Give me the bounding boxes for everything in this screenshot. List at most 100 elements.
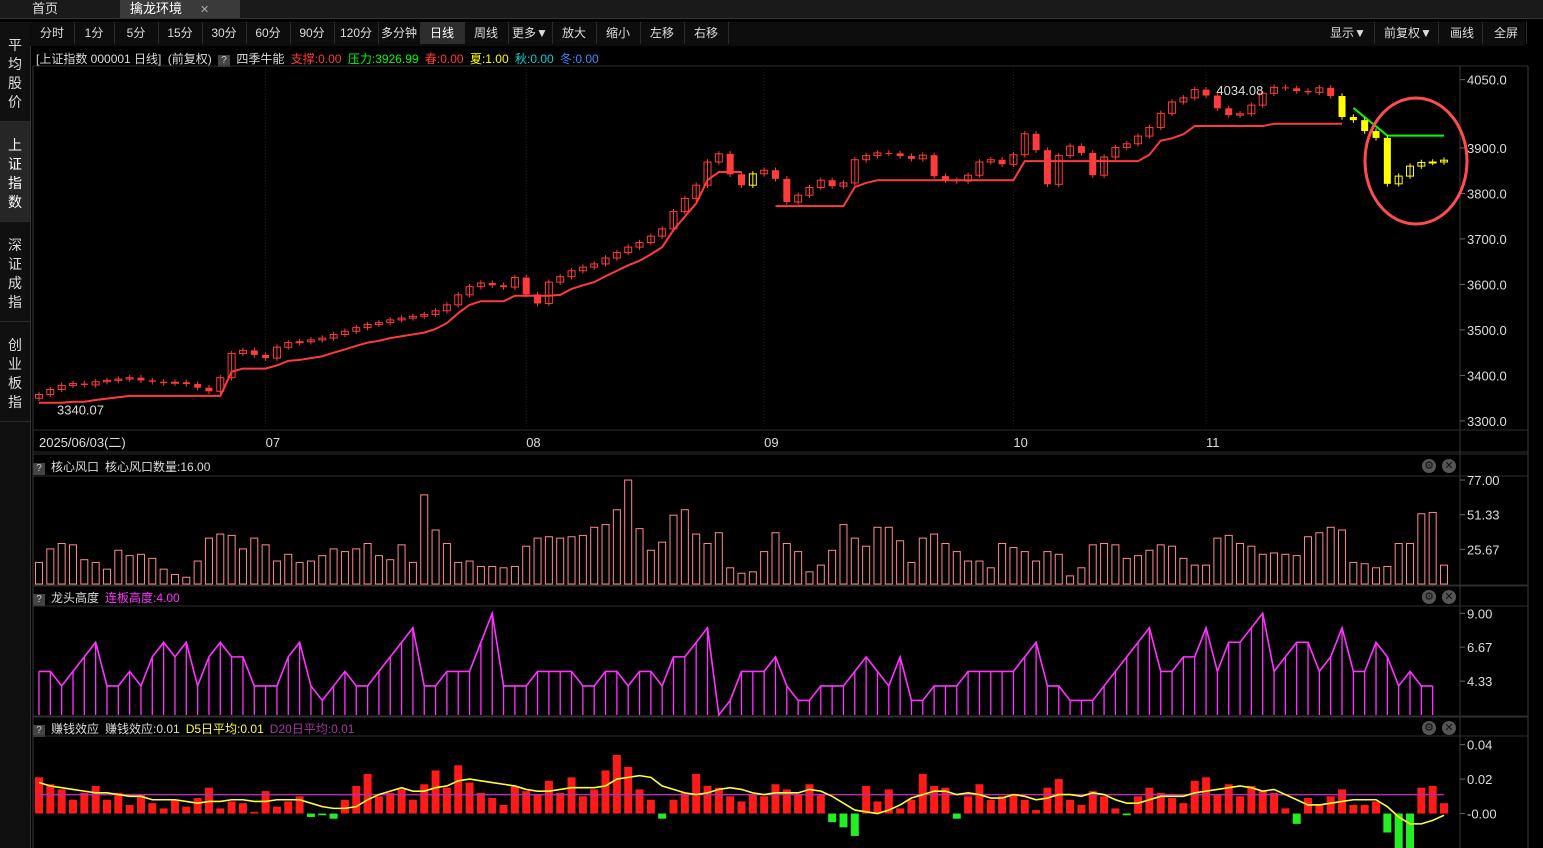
wind-bar bbox=[1066, 575, 1075, 585]
money-bar bbox=[136, 794, 145, 814]
wind-bar bbox=[862, 545, 871, 585]
tab-qinlong[interactable]: 擒龙环境 ✕ bbox=[120, 0, 240, 18]
pressure-line bbox=[1352, 107, 1444, 137]
candle-body bbox=[35, 394, 43, 399]
wind-bar bbox=[1428, 511, 1437, 585]
period-button-13[interactable]: 缩小 bbox=[596, 22, 641, 44]
money-bar bbox=[1054, 779, 1063, 814]
money-bar bbox=[1213, 794, 1222, 814]
period-button-4[interactable]: 30分 bbox=[202, 22, 247, 44]
money-bar bbox=[306, 813, 315, 817]
money-bar bbox=[204, 787, 213, 814]
candle-body bbox=[930, 155, 938, 177]
help-icon[interactable]: ? bbox=[33, 725, 45, 737]
sidebar-item-3[interactable]: 创业板指 bbox=[0, 322, 30, 422]
candle-body bbox=[46, 389, 55, 396]
wind-title: 核心风口 bbox=[51, 460, 100, 474]
wind-bar bbox=[658, 541, 667, 585]
close-icon[interactable]: ✕ bbox=[1442, 590, 1456, 604]
candle-body bbox=[998, 159, 1006, 165]
money-bar bbox=[238, 803, 247, 814]
money-bar bbox=[567, 777, 576, 814]
toolbar-right-button-1[interactable]: 前复权▼ bbox=[1378, 22, 1439, 44]
period-button-9[interactable]: 日线 bbox=[420, 22, 465, 44]
close-icon[interactable]: ✕ bbox=[1442, 459, 1456, 473]
money-bar bbox=[182, 806, 191, 814]
candle-body bbox=[137, 377, 145, 381]
wind-bar bbox=[374, 555, 383, 585]
period-button-14[interactable]: 左移 bbox=[640, 22, 685, 44]
support-line-2 bbox=[775, 122, 1343, 208]
period-button-2[interactable]: 5分 bbox=[114, 22, 159, 44]
wind-bar bbox=[1202, 564, 1211, 585]
money-bar bbox=[1066, 799, 1075, 814]
candle-body bbox=[658, 228, 667, 237]
money-bar bbox=[46, 784, 55, 814]
period-button-1[interactable]: 1分 bbox=[74, 22, 115, 44]
wind-bar bbox=[1326, 526, 1335, 585]
sidebar-item-1[interactable]: 上证指数 bbox=[0, 122, 30, 222]
wind-bar bbox=[68, 544, 77, 585]
wind-bar bbox=[476, 565, 485, 585]
candle-body bbox=[1168, 101, 1177, 114]
toolbar-right-button-2[interactable]: 画线 bbox=[1442, 22, 1483, 44]
money-bar bbox=[1043, 787, 1052, 814]
wind-bar bbox=[1145, 549, 1154, 585]
price-annotation-0: 3340.07 bbox=[57, 403, 104, 418]
candle-body bbox=[160, 381, 168, 384]
wind-bar bbox=[635, 528, 644, 585]
period-button-6[interactable]: 90分 bbox=[290, 22, 335, 44]
money-bar bbox=[1156, 792, 1165, 814]
help-icon[interactable]: ? bbox=[218, 55, 231, 67]
gear-icon[interactable]: ⚙ bbox=[1422, 590, 1436, 604]
sidebar-item-2[interactable]: 深证成指 bbox=[0, 222, 30, 322]
close-icon[interactable]: ✕ bbox=[1442, 721, 1456, 735]
money-bar bbox=[726, 796, 735, 814]
wind-bar bbox=[646, 549, 655, 585]
money-bar bbox=[420, 784, 429, 814]
help-icon[interactable]: ? bbox=[33, 463, 45, 475]
candle-body bbox=[783, 178, 791, 203]
support-value: 支撑:0.00 bbox=[290, 52, 342, 66]
gear-icon[interactable]: ⚙ bbox=[1422, 459, 1436, 473]
y-tick-label-0: 4050.0 bbox=[1467, 73, 1507, 88]
gear-icon[interactable]: ⚙ bbox=[1422, 721, 1436, 735]
close-icon[interactable]: ✕ bbox=[200, 4, 209, 16]
wind-bar bbox=[182, 576, 191, 585]
period-button-10[interactable]: 周线 bbox=[464, 22, 509, 44]
money-bar bbox=[748, 794, 757, 814]
money-label: 赚钱效应:0.01 bbox=[105, 722, 180, 736]
money-bar bbox=[1168, 798, 1177, 814]
help-icon[interactable]: ? bbox=[33, 594, 45, 606]
period-button-8[interactable]: 多分钟 bbox=[378, 22, 421, 44]
period-button-11[interactable]: 更多▼ bbox=[508, 22, 553, 44]
period-button-15[interactable]: 右移 bbox=[684, 22, 729, 44]
candle-body bbox=[680, 197, 689, 213]
period-button-5[interactable]: 60分 bbox=[246, 22, 291, 44]
period-button-0[interactable]: 分时 bbox=[30, 22, 75, 44]
money-bar bbox=[1020, 799, 1029, 814]
money-bar bbox=[1236, 796, 1245, 814]
money-bar bbox=[669, 799, 678, 814]
tab-home[interactable]: 首页 bbox=[22, 0, 68, 18]
wind-bar bbox=[80, 559, 89, 585]
candle-body bbox=[1213, 95, 1221, 109]
wind-bar bbox=[1394, 543, 1403, 585]
toolbar-right-button-3[interactable]: 全屏 bbox=[1486, 22, 1527, 44]
period-button-12[interactable]: 放大 bbox=[552, 22, 597, 44]
wind-bar bbox=[975, 560, 984, 585]
candle-body bbox=[238, 349, 247, 355]
sidebar-item-0[interactable]: 平均股价 bbox=[0, 22, 30, 122]
period-button-3[interactable]: 15分 bbox=[158, 22, 203, 44]
money-bar bbox=[601, 770, 610, 814]
candle-body bbox=[352, 327, 361, 332]
wind-bar bbox=[567, 536, 576, 585]
wind-bar bbox=[714, 532, 723, 585]
adj-mode: (前复权) bbox=[167, 52, 212, 66]
toolbar-right-button-0[interactable]: 显示▼ bbox=[1322, 22, 1375, 44]
wind-bar bbox=[159, 568, 168, 585]
dragon-title: 龙头高度 bbox=[51, 591, 100, 605]
wind-bar bbox=[850, 537, 859, 585]
price-annotation-1: 4034.08 bbox=[1216, 83, 1263, 98]
period-button-7[interactable]: 120分 bbox=[334, 22, 379, 44]
